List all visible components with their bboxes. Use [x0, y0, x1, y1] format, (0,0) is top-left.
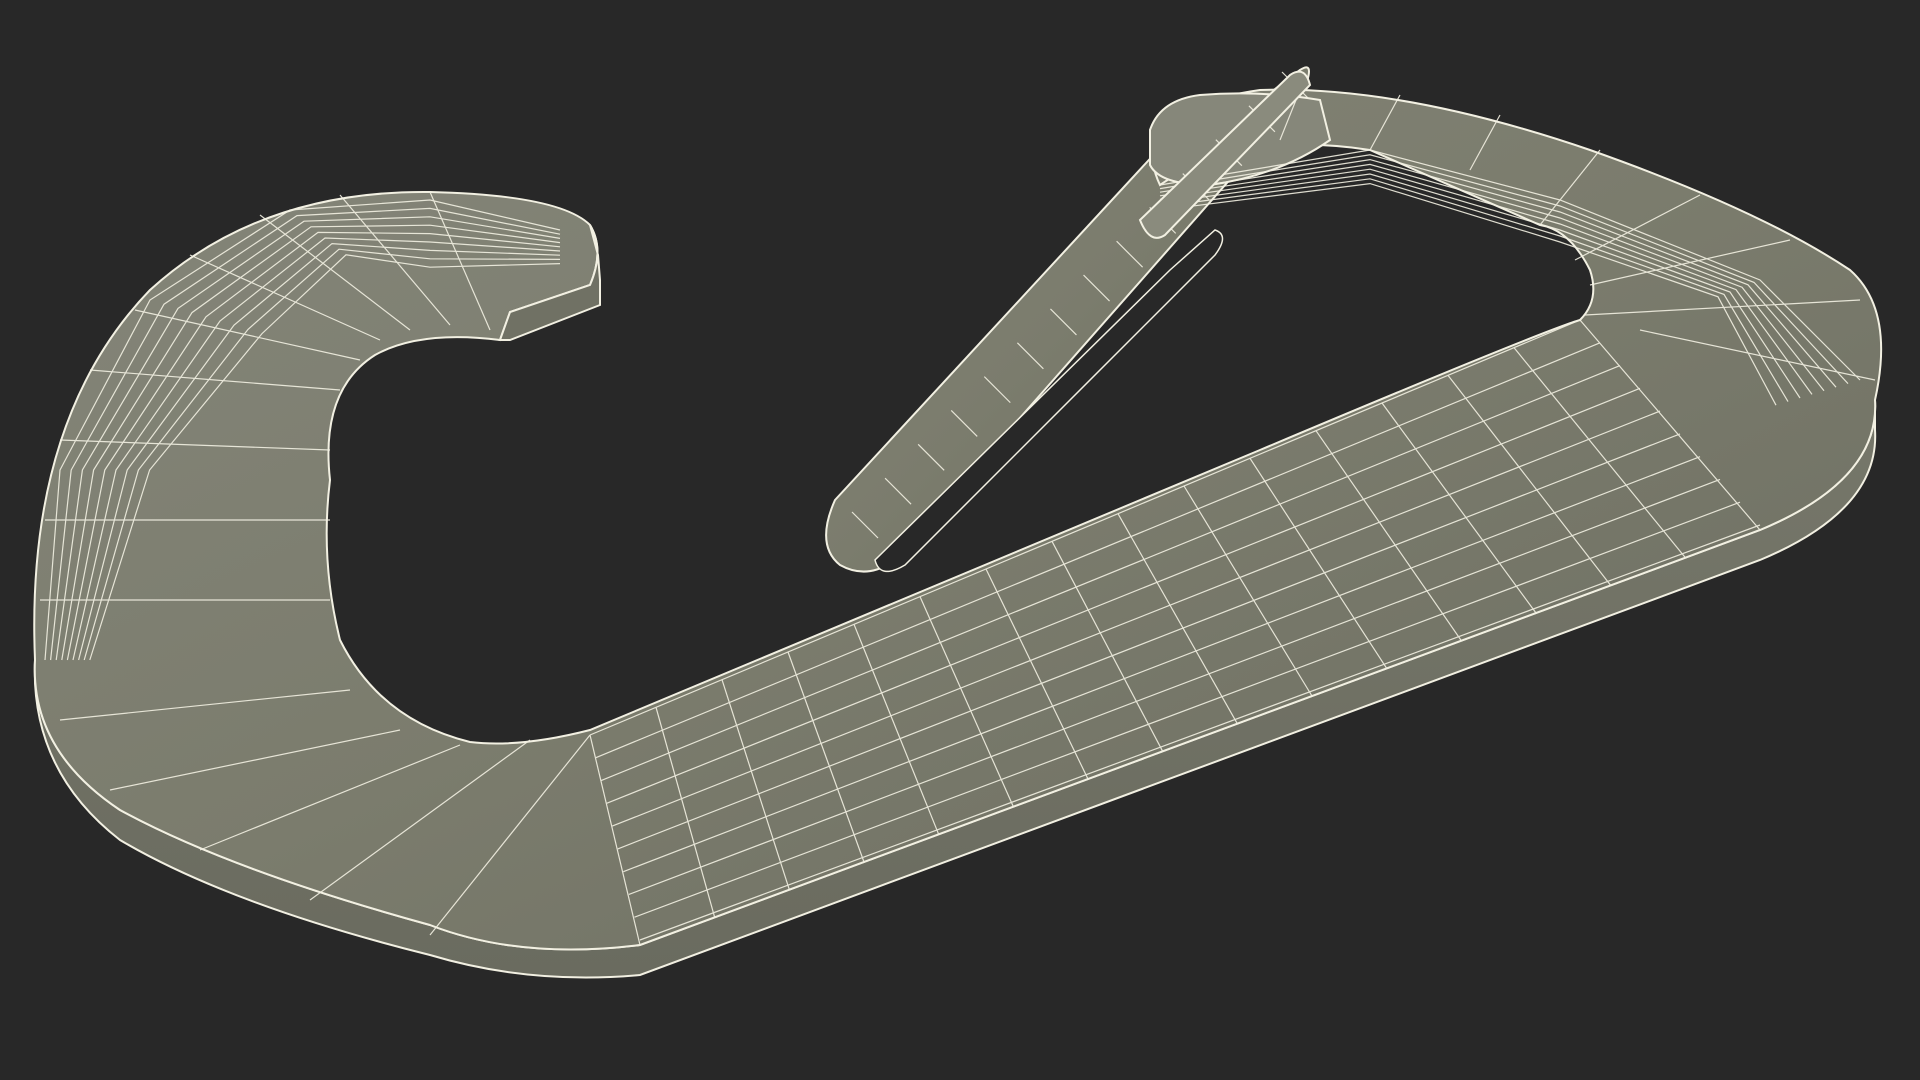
render-viewport [0, 0, 1920, 1080]
carabiner-render [33, 66, 1883, 979]
